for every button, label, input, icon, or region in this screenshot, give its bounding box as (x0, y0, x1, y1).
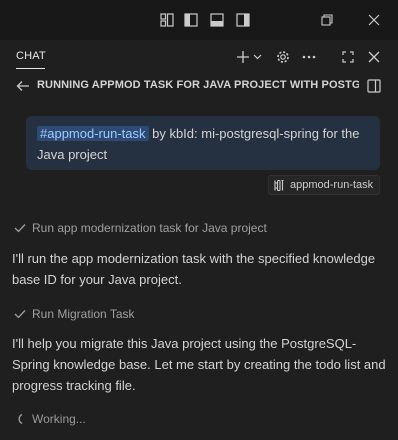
new-chat-icon[interactable] (234, 48, 252, 66)
assistant-response: I'll help you migrate this Java project … (12, 336, 386, 393)
maximize-icon[interactable] (339, 48, 357, 66)
step-label: Run Migration Task (32, 307, 135, 321)
step-item[interactable]: Run app modernization task for Java proj… (14, 221, 267, 235)
assistant-response: I'll run the app modernization task with… (12, 251, 376, 287)
toggle-panel-icon[interactable] (208, 11, 226, 29)
check-icon (14, 309, 26, 319)
gear-icon[interactable] (274, 48, 292, 66)
chevron-down-icon[interactable] (251, 48, 263, 66)
working-text: Working... (32, 412, 86, 426)
chat-tab[interactable]: CHAT (16, 50, 46, 62)
toggle-sidebar-icon[interactable] (365, 77, 383, 95)
customize-layout-icon[interactable] (158, 11, 176, 29)
reference-chip[interactable]: appmod-run-task (268, 175, 381, 195)
session-header: RUNNING APPMOD TASK FOR JAVA PROJECT WIT… (0, 74, 398, 98)
close-window-icon[interactable] (365, 11, 383, 29)
check-icon (14, 223, 26, 233)
back-arrow-icon[interactable] (14, 77, 32, 95)
chat-header: CHAT (0, 40, 398, 74)
tools-icon (273, 179, 286, 192)
session-title: RUNNING APPMOD TASK FOR JAVA PROJECT WIT… (37, 79, 359, 91)
step-label: Run app modernization task for Java proj… (32, 221, 267, 235)
loading-spinner-icon (14, 413, 24, 425)
close-icon[interactable] (365, 48, 383, 66)
toggle-primary-sidebar-icon[interactable] (182, 11, 200, 29)
toggle-secondary-sidebar-icon[interactable] (234, 11, 252, 29)
active-tab-indicator (16, 68, 45, 69)
title-bar (0, 0, 398, 40)
more-actions-icon[interactable] (300, 48, 318, 66)
step-item[interactable]: Run Migration Task (14, 307, 135, 321)
user-message: #appmod-run-task by kbId: mi-postgresql-… (26, 116, 380, 170)
working-status: Working... (14, 412, 86, 426)
reference-chip-label: appmod-run-task (290, 179, 374, 191)
restore-window-icon[interactable] (318, 11, 336, 29)
prompt-tag[interactable]: #appmod-run-task (37, 126, 149, 141)
